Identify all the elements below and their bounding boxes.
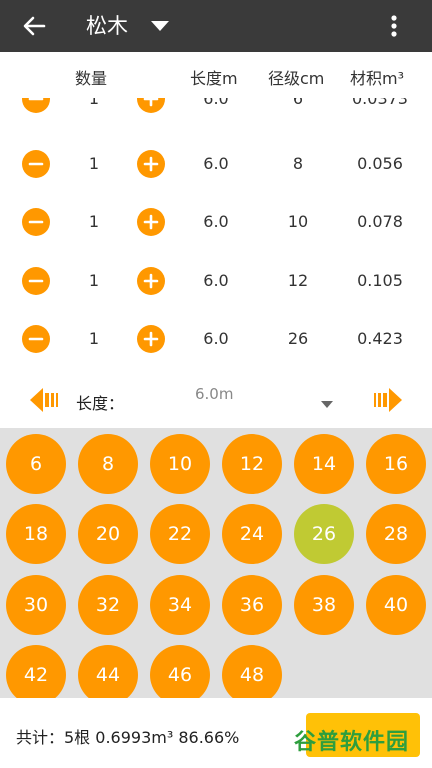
next-length-arrow-icon[interactable] [370,386,402,414]
diameter-button-36[interactable]: 36 [222,575,282,635]
length-column-header: 长度m [190,69,238,88]
increase-quantity-button[interactable] [137,150,165,178]
column-header: 数量 长度m 径级cm 材积m³ [0,52,432,98]
length-label: 长度： [76,394,125,413]
summary-footer: 共计：5根 0.6993m³ 86.66% 谷普软件园 [0,698,432,768]
volume-value: 0.0373 [352,98,408,108]
more-options-icon[interactable] [386,12,402,40]
quantity-value: 1 [88,271,100,290]
diameter-button-26-selected[interactable]: 26 [294,504,354,564]
diameter-column-header: 径级cm [268,69,325,88]
length-dropdown-icon[interactable] [320,394,334,408]
decrease-quantity-button[interactable] [22,98,50,113]
previous-length-arrow-icon[interactable] [30,386,62,414]
length-value: 6.0 [203,212,229,231]
quantity-value: 1 [88,154,100,173]
length-dropdown-value[interactable]: 6.0m [195,385,233,403]
decrease-quantity-button[interactable] [22,325,50,353]
species-dropdown-icon[interactable] [150,14,170,36]
list-item: 1 6.0 12 0.105 [0,252,432,310]
diameter-button-32[interactable]: 32 [78,575,138,635]
volume-value: 0.423 [357,329,403,348]
diameter-grid: 6 8 10 12 14 16 18 20 22 24 26 28 30 32 … [0,428,432,698]
diameter-button-48[interactable]: 48 [222,645,282,698]
volume-value: 0.078 [357,212,403,231]
diameter-button-30[interactable]: 30 [6,575,66,635]
diameter-button-44[interactable]: 44 [78,645,138,698]
increase-quantity-button[interactable] [137,208,165,236]
decrease-quantity-button[interactable] [22,267,50,295]
diameter-value: 10 [287,212,309,231]
diameter-button-14[interactable]: 14 [294,434,354,494]
decrease-quantity-button[interactable] [22,150,50,178]
diameter-button-16[interactable]: 16 [366,434,426,494]
quantity-value: 1 [88,212,100,231]
diameter-button-28[interactable]: 28 [366,504,426,564]
length-value: 6.0 [203,154,229,173]
length-value: 6.0 [203,329,229,348]
diameter-button-8[interactable]: 8 [78,434,138,494]
length-value: 6.0 [203,271,229,290]
decrease-quantity-button[interactable] [22,208,50,236]
diameter-button-22[interactable]: 22 [150,504,210,564]
increase-quantity-button[interactable] [137,98,165,113]
increase-quantity-button[interactable] [137,325,165,353]
diameter-value: 26 [287,329,309,348]
log-list[interactable]: 1 6.0 6 0.0373 1 6.0 8 0.056 1 6.0 10 0.… [0,98,432,368]
length-value: 6.0 [203,98,229,108]
diameter-button-46[interactable]: 46 [150,645,210,698]
watermark-logo: 谷普软件园 [294,730,410,755]
list-item: 1 6.0 6 0.0373 [0,98,432,128]
diameter-button-34[interactable]: 34 [150,575,210,635]
diameter-button-24[interactable]: 24 [222,504,282,564]
volume-column-header: 材积m³ [350,69,405,88]
list-item: 1 6.0 10 0.078 [0,193,432,251]
volume-value: 0.056 [357,154,403,173]
list-item: 1 6.0 26 0.423 [0,310,432,368]
diameter-button-38[interactable]: 38 [294,575,354,635]
diameter-button-6[interactable]: 6 [6,434,66,494]
diameter-value: 6 [292,98,304,108]
diameter-button-18[interactable]: 18 [6,504,66,564]
diameter-button-10[interactable]: 10 [150,434,210,494]
quantity-value: 1 [88,98,100,108]
quantity-column-header: 数量 [75,69,108,88]
back-arrow-icon[interactable] [20,12,48,40]
species-title[interactable]: 松木 [86,12,128,40]
app-bar: 松木 [0,0,432,52]
quantity-value: 1 [88,329,100,348]
diameter-button-20[interactable]: 20 [78,504,138,564]
list-item: 1 6.0 8 0.056 [0,135,432,193]
diameter-value: 8 [292,154,304,173]
total-summary: 共计：5根 0.6993m³ 86.66% [16,728,240,747]
volume-value: 0.105 [357,271,403,290]
length-selector: 长度： 6.0m [0,370,432,428]
diameter-button-12[interactable]: 12 [222,434,282,494]
diameter-button-40[interactable]: 40 [366,575,426,635]
diameter-value: 12 [287,271,309,290]
increase-quantity-button[interactable] [137,267,165,295]
diameter-button-42[interactable]: 42 [6,645,66,698]
